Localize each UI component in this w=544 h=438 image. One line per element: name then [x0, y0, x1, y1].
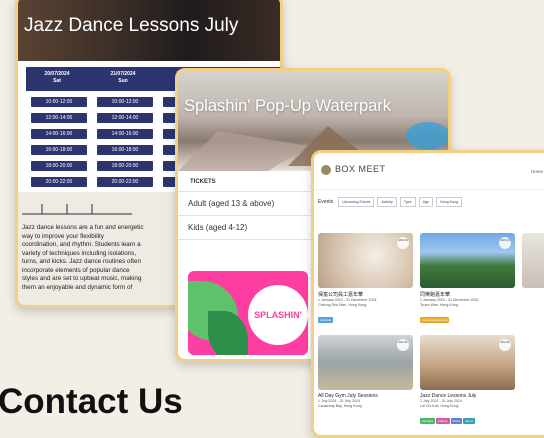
column-day: Sun: [118, 78, 128, 84]
date-badge: JAN 01: [397, 237, 409, 249]
dance-floor-graphic: [22, 204, 132, 215]
tickets-heading: TICKETS: [190, 179, 216, 185]
description-line: incorporate elements of popular dance: [22, 266, 130, 274]
description-line: coordination, and rhythm. Students learn…: [22, 241, 141, 248]
nav-home-link[interactable]: Home: [531, 169, 543, 174]
schedule-column: 21/07/2024 Sun: [92, 67, 154, 91]
logo-text: BOX MEET: [335, 164, 386, 174]
jazz-title: Jazz Dance Lessons July: [24, 15, 239, 36]
description-line: styles and are set to upbeat music, maki…: [22, 275, 142, 282]
time-slot-button[interactable]: 12:00-14:00: [97, 113, 153, 123]
time-slot-button[interactable]: 14:00-16:00: [31, 129, 87, 139]
time-slot-button[interactable]: 10:00-12:00: [31, 97, 87, 107]
event-title: 保富公司員工嘉年華: [318, 292, 364, 298]
jazz-description: Jazz dance lessons are a fun and energet…: [22, 224, 172, 292]
event-tile[interactable]: JUL 01 Jazz Dance Lessons July 1 July 20…: [420, 335, 515, 427]
filter-chip-upcoming[interactable]: Upcoming Events: [338, 197, 375, 207]
promo-logo: SPLASHIN': [248, 285, 308, 345]
description-line: variety of techniques including isolatio…: [22, 249, 137, 257]
event-image: JUL 01: [318, 335, 413, 390]
schedule-column: 20/07/2024 Sat: [26, 67, 88, 91]
event-image: JAN 01: [420, 233, 515, 288]
event-tag: All Ages: [420, 418, 435, 424]
event-location: Cheung Sha Wan, Hong Kong: [318, 303, 367, 307]
filter-chip-activity[interactable]: Activity: [377, 197, 397, 207]
event-tag: Community Events: [420, 317, 450, 323]
boxmeet-navbar: BOX MEET Home: [314, 153, 544, 190]
event-image: JAN 01: [318, 233, 413, 288]
event-tag: Sport: [463, 418, 475, 424]
ticket-option[interactable]: Adult (aged 13 & above): [188, 199, 274, 208]
jazz-hero-banner: Jazz Dance Lessons July: [18, 0, 280, 61]
time-slot-button[interactable]: 12:00-14:00: [31, 113, 87, 123]
filter-chip-location[interactable]: Hong Kong: [436, 197, 463, 207]
boxmeet-logo[interactable]: BOX MEET: [320, 164, 386, 175]
event-location: Tsuen Wan, Hong Kong: [420, 303, 458, 307]
event-image: [522, 233, 544, 288]
event-title: 同樂跑嘉年華: [420, 292, 451, 298]
time-slot-button[interactable]: 18:00-20:00: [31, 161, 87, 171]
filter-label: Events: [318, 199, 334, 205]
filter-chip-type[interactable]: Type: [399, 197, 416, 207]
filter-chip-age[interactable]: Age: [418, 197, 434, 207]
description-line: Jazz dance lessons are a fun and energet…: [22, 224, 144, 231]
event-tile-partial[interactable]: [522, 233, 544, 325]
leaf-shape: [208, 311, 248, 355]
description-line: them an enjoyable and dynamic form of: [22, 283, 133, 291]
event-tag: Culture: [435, 418, 450, 424]
event-tile[interactable]: JAN 01 同樂跑嘉年華 1 January 2024 - 31 Decemb…: [420, 233, 515, 325]
event-location: Causeway Bay, Hong Kong: [318, 404, 362, 408]
event-location: Lai Chi Kok, Hong Kong: [420, 404, 459, 408]
column-date: 20/07/2024: [44, 71, 70, 77]
column-day: Sat: [53, 78, 61, 84]
description-line: way to improve your flexibility: [22, 232, 104, 240]
time-slot-button[interactable]: 18:00-20:00: [97, 161, 153, 171]
event-tag: Carnival: [318, 317, 334, 323]
event-tile[interactable]: JAN 01 保富公司員工嘉年華 1 January 2024 - 31 Dec…: [318, 233, 413, 325]
time-slot-button[interactable]: 16:00-18:00: [97, 145, 153, 155]
event-tag: Music: [450, 418, 463, 424]
time-slot-button[interactable]: 14:00-16:00: [97, 129, 153, 139]
waterpark-promo-image: SPLASHIN': [188, 271, 308, 355]
event-image: JUL 01: [420, 335, 515, 390]
date-badge: JUL 01: [499, 339, 511, 351]
contact-us-heading: Contact Us: [0, 382, 183, 421]
boxmeet-events-card[interactable]: BOX MEET Home Events Upcoming Events Act…: [311, 150, 544, 438]
filter-bar: Events Upcoming Events Activity Type Age…: [318, 197, 465, 207]
date-badge: JUL 01: [397, 339, 409, 351]
time-slot-button[interactable]: 20:00-22:00: [31, 177, 87, 187]
description-line: turns, and kicks. Jazz dance routines of…: [22, 258, 142, 265]
waterpark-title: Splashin' Pop-Up Waterpark: [184, 97, 392, 115]
time-slot-button[interactable]: 20:00-22:00: [97, 177, 153, 187]
date-badge: JAN 01: [499, 237, 511, 249]
time-slot-button[interactable]: 10:00-12:00: [97, 97, 153, 107]
event-tile[interactable]: JUL 01 All Day Gym July Sessions 1 July …: [318, 335, 413, 427]
logo-mark-icon: [321, 164, 331, 175]
ticket-option[interactable]: Kids (aged 4-12): [188, 223, 247, 232]
time-slot-button[interactable]: 16:00-18:00: [31, 145, 87, 155]
column-date: 21/07/2024: [110, 71, 136, 77]
